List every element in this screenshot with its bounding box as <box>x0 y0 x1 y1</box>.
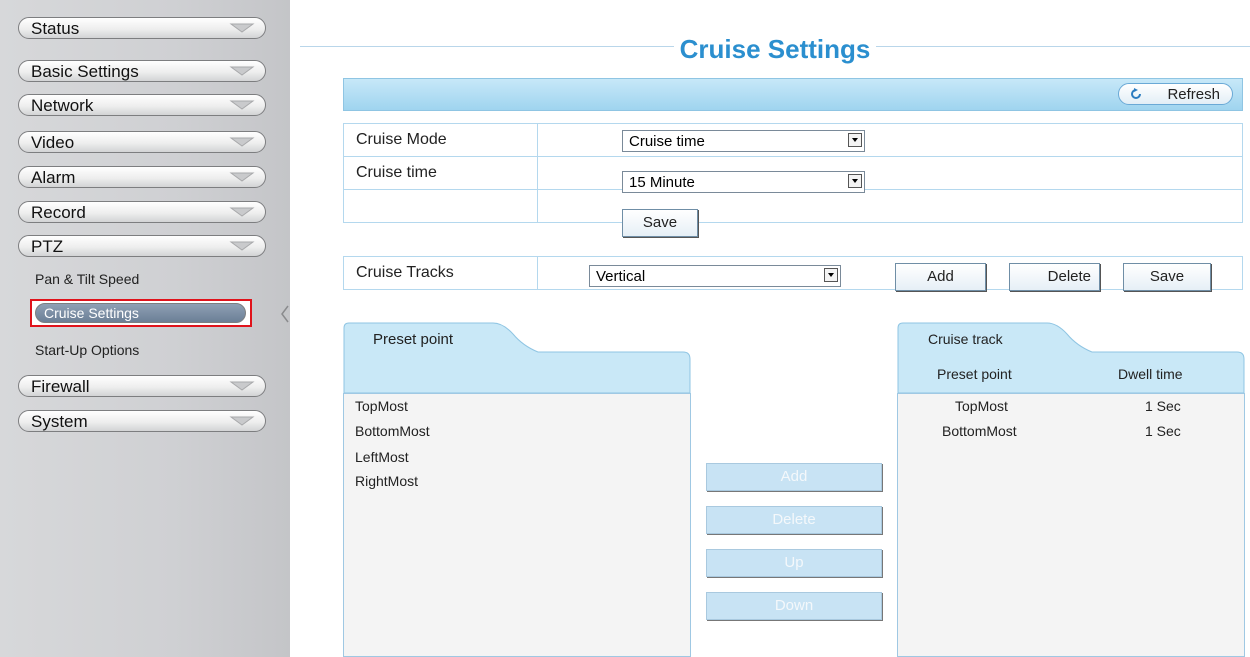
chevron-down-icon <box>229 172 255 182</box>
menu-label: PTZ <box>31 237 64 256</box>
select-value: Vertical <box>596 268 646 285</box>
cruise-mode-select[interactable]: Cruise time <box>622 130 865 152</box>
chevron-down-icon <box>229 137 255 147</box>
submenu-cruise-settings[interactable]: Cruise Settings <box>35 303 246 323</box>
delete-point-button[interactable]: Delete <box>706 506 882 534</box>
column-header-dwell-time: Dwell time <box>1118 366 1183 382</box>
menu-label: Status <box>31 19 80 38</box>
submenu-start-up-options[interactable]: Start-Up Options <box>35 342 139 358</box>
delete-track-button[interactable]: Delete <box>1009 263 1100 291</box>
move-down-button[interactable]: Down <box>706 592 882 620</box>
chevron-down-icon <box>229 100 255 110</box>
preset-item[interactable]: LeftMost <box>355 449 409 465</box>
sidebar: Status Basic Settings Network Video Alar… <box>0 0 290 657</box>
select-value: 15 Minute <box>629 174 695 191</box>
toolbar: Refresh <box>343 78 1243 111</box>
page-title: Cruise Settings <box>300 34 1250 65</box>
save-track-button[interactable]: Save <box>1123 263 1211 291</box>
cruise-time-select[interactable]: 15 Minute <box>622 171 865 193</box>
add-point-button[interactable]: Add <box>706 463 882 491</box>
dropdown-arrow-icon <box>848 174 862 188</box>
cruise-tracks-select[interactable]: Vertical <box>589 265 841 287</box>
chevron-down-icon <box>229 241 255 251</box>
track-row-dwell[interactable]: 1 Sec <box>1145 398 1181 414</box>
add-track-button[interactable]: Add <box>895 263 986 291</box>
preset-panel-tab[interactable]: Preset point <box>373 331 453 348</box>
track-panel-tab[interactable]: Cruise track <box>928 331 1003 347</box>
preset-item[interactable]: BottomMost <box>355 423 430 439</box>
menu-basic-settings[interactable]: Basic Settings <box>18 60 266 82</box>
menu-status[interactable]: Status <box>18 17 266 39</box>
preset-item[interactable]: TopMost <box>355 398 408 414</box>
empty-label-cell <box>343 189 538 223</box>
cruise-tracks-label: Cruise Tracks <box>343 256 538 290</box>
submenu-label: Cruise Settings <box>44 305 139 321</box>
menu-firewall[interactable]: Firewall <box>18 375 266 397</box>
chevron-down-icon <box>229 416 255 426</box>
chevron-down-icon <box>229 207 255 217</box>
dropdown-arrow-icon <box>848 133 862 147</box>
menu-ptz[interactable]: PTZ <box>18 235 266 257</box>
menu-alarm[interactable]: Alarm <box>18 166 266 188</box>
track-row-point[interactable]: TopMost <box>955 398 1008 414</box>
column-header-preset-point: Preset point <box>937 366 1012 382</box>
menu-label: Alarm <box>31 168 76 187</box>
menu-system[interactable]: System <box>18 410 266 432</box>
refresh-icon <box>1131 88 1141 99</box>
track-row-dwell[interactable]: 1 Sec <box>1145 423 1181 439</box>
move-up-button[interactable]: Up <box>706 549 882 577</box>
refresh-label: Refresh <box>1167 86 1220 103</box>
chevron-down-icon <box>229 23 255 33</box>
menu-label: Record <box>31 203 86 222</box>
refresh-button[interactable]: Refresh <box>1118 83 1233 105</box>
chevron-down-icon <box>229 66 255 76</box>
menu-label: System <box>31 412 88 431</box>
submenu-cruise-settings-highlight[interactable]: Cruise Settings <box>30 299 252 327</box>
menu-record[interactable]: Record <box>18 201 266 223</box>
collapse-sidebar-icon[interactable] <box>280 304 290 324</box>
page-title-text: Cruise Settings <box>673 34 877 64</box>
submenu-pan-tilt-speed[interactable]: Pan & Tilt Speed <box>35 271 139 287</box>
select-value: Cruise time <box>629 133 705 150</box>
menu-label: Network <box>31 96 94 115</box>
menu-video[interactable]: Video <box>18 131 266 153</box>
menu-label: Video <box>31 133 75 152</box>
preset-item[interactable]: RightMost <box>355 473 418 489</box>
menu-label: Basic Settings <box>31 62 139 81</box>
cruise-mode-label: Cruise Mode <box>343 123 538 157</box>
chevron-down-icon <box>229 381 255 391</box>
menu-label: Firewall <box>31 377 90 396</box>
save-mode-button[interactable]: Save <box>622 209 698 237</box>
track-row-point[interactable]: BottomMost <box>942 423 1017 439</box>
menu-network[interactable]: Network <box>18 94 266 116</box>
dropdown-arrow-icon <box>824 268 838 282</box>
cruise-time-label: Cruise time <box>343 156 538 190</box>
